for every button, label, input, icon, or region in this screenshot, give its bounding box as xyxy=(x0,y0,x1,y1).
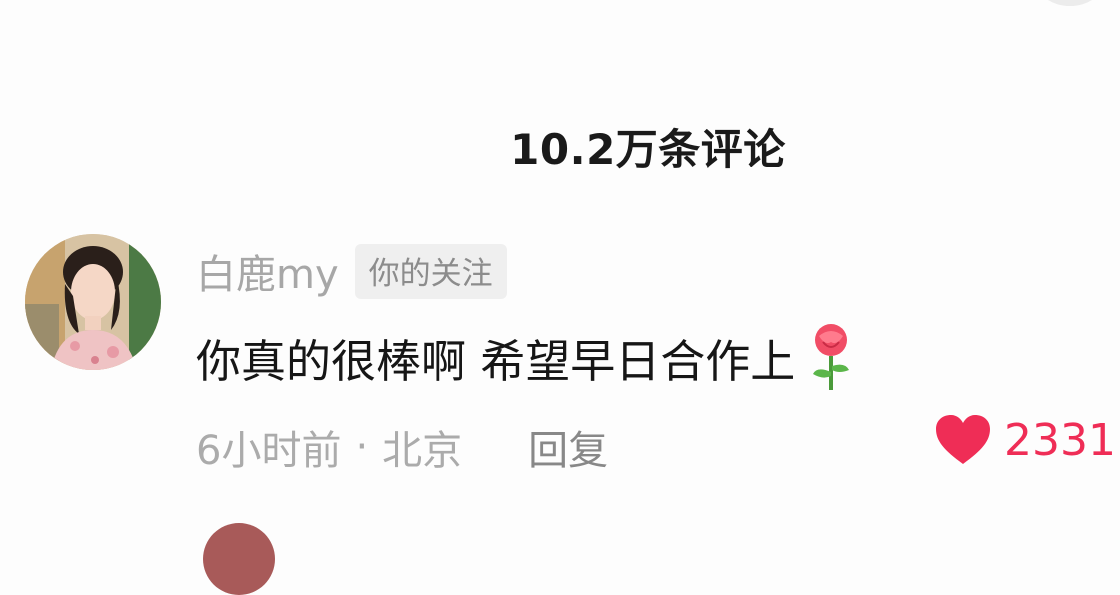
comment-meta-row: 6小时前 · 北京 回复 xyxy=(196,418,608,476)
comment-time: 6小时前 xyxy=(196,428,342,474)
meta-separator: · xyxy=(355,424,369,470)
like-button[interactable]: 2331 xyxy=(934,414,1116,466)
like-count: 2331 xyxy=(1004,414,1116,466)
rose-icon xyxy=(803,322,859,392)
avatar-image xyxy=(25,234,161,370)
heart-icon xyxy=(936,415,990,464)
follow-badge: 你的关注 xyxy=(354,243,507,299)
avatar[interactable] xyxy=(25,234,161,370)
comment-text-row: 你真的很棒啊 希望早日合作上 xyxy=(196,322,859,392)
comment-item: 白鹿my 你的关注 你真的很棒啊 希望早日合作上 6小时前 · 北京 回复 23… xyxy=(0,0,1120,534)
comment-location: 北京 xyxy=(382,428,463,474)
reply-button[interactable]: 回复 xyxy=(528,418,608,476)
username-row: 白鹿my 你的关注 xyxy=(196,242,507,300)
username[interactable]: 白鹿my xyxy=(196,242,339,300)
comment-text: 你真的很棒啊 希望早日合作上 xyxy=(196,334,796,388)
